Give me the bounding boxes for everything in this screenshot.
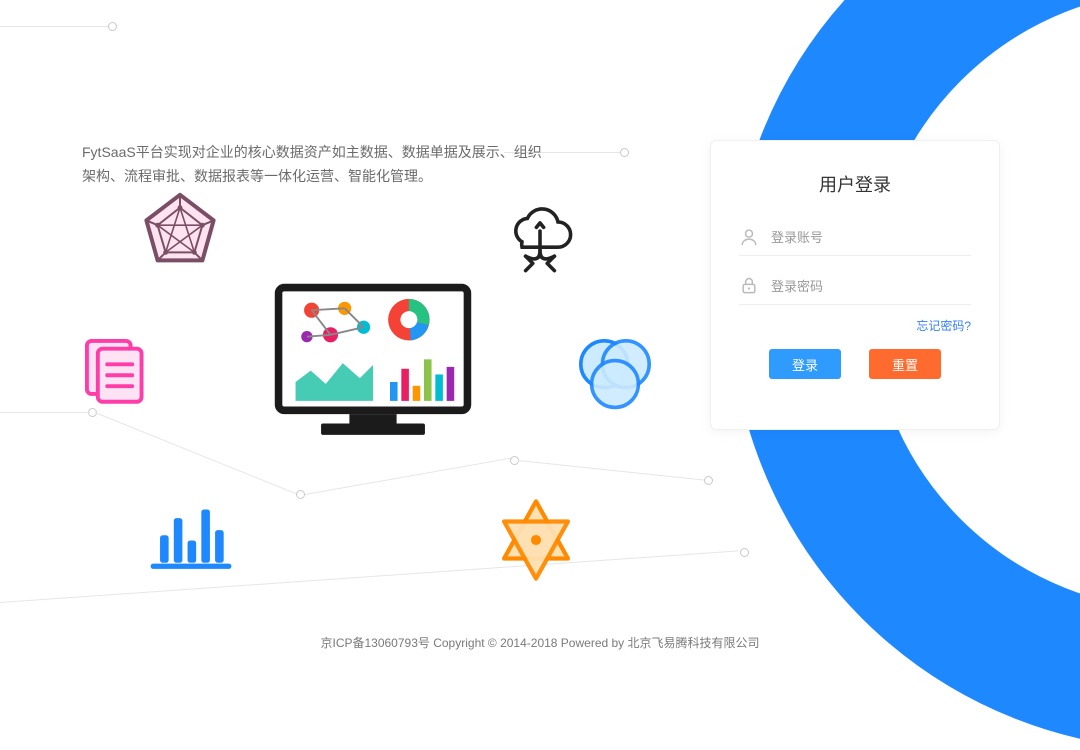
forgot-password-link[interactable]: 忘记密码? [916,319,971,333]
intro-text: FytSaaS平台实现对企业的核心数据资产如主数据、数据单据及展示、组织架构、流… [82,140,552,188]
bars-icon [148,500,234,574]
decor-line [0,412,90,413]
decor-node [296,490,305,499]
decor-line [0,550,738,603]
decor-line [305,458,512,495]
lock-icon [739,276,759,296]
pentagon-icon [140,190,220,270]
venn-icon [570,330,660,420]
decor-node [740,548,749,557]
login-button[interactable]: 登录 [769,349,841,379]
document-icon [76,330,154,408]
login-panel: 用户登录 忘记密码? 登录 重置 [710,140,1000,430]
decor-line [0,26,110,27]
reset-button[interactable]: 重置 [869,349,941,379]
star-icon [494,498,578,582]
footer-text: 京ICP备13060793号 Copyright © 2014-2018 Pow… [0,634,1080,651]
button-row: 登录 重置 [739,349,971,379]
cloud-icon [495,195,585,285]
user-icon [739,227,759,247]
username-field [739,219,971,256]
decor-node [704,476,713,485]
decor-line [518,460,707,481]
password-input[interactable] [771,279,971,294]
username-input[interactable] [771,230,971,245]
password-field [739,268,971,305]
forgot-row: 忘记密码? [739,317,971,335]
monitor-dashboard-icon [268,280,478,450]
decor-node [620,148,629,157]
login-title: 用户登录 [739,171,971,197]
decor-node [108,22,117,31]
